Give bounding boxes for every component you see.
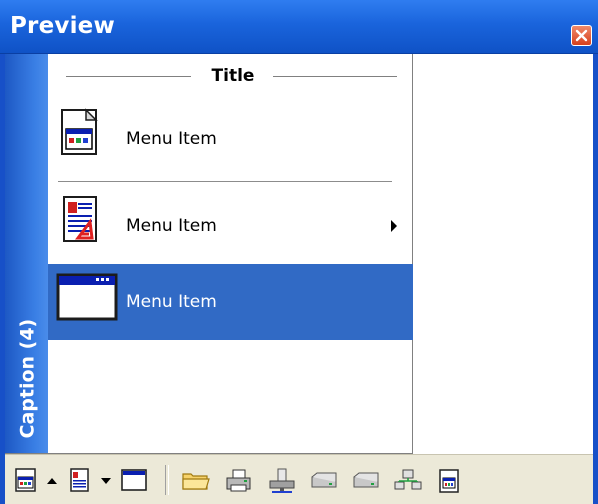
close-icon [575, 29, 588, 42]
toolbar-drive-button[interactable] [305, 455, 343, 503]
menu-title: Title [48, 66, 413, 88]
toolbar-dropdown-up[interactable] [45, 455, 59, 503]
window-icon [121, 469, 147, 491]
window-title: Preview [10, 13, 115, 39]
application-icon [56, 107, 102, 161]
toolbar-properties-button[interactable] [431, 455, 469, 503]
drive-icon [353, 472, 379, 488]
menu-title-text: Title [211, 66, 255, 86]
caption-text: Caption (4) [16, 318, 39, 439]
application-icon [15, 468, 36, 492]
toolbar-network-drive-button[interactable] [263, 455, 301, 503]
title-divider-left [66, 76, 191, 77]
toolbar-application-button[interactable] [9, 455, 45, 503]
toolbar-folder-button[interactable] [177, 455, 215, 503]
toolbar-window-button[interactable] [117, 455, 153, 503]
folder-icon [182, 473, 210, 490]
submenu-arrow-icon [391, 220, 397, 232]
window-frame-right [593, 54, 598, 504]
toolbar [5, 454, 593, 504]
menu-item-label: Menu Item [126, 129, 217, 149]
network-drive-icon [269, 468, 295, 493]
menu-item-document[interactable]: Menu Item [48, 189, 413, 265]
document-icon [56, 194, 102, 248]
caret-down-icon [101, 478, 111, 484]
document-icon [70, 468, 89, 492]
menu-item-window[interactable]: Menu Item [48, 264, 413, 340]
network-icon [394, 469, 422, 490]
drive-icon [311, 472, 337, 488]
toolbar-network-button[interactable] [389, 455, 427, 503]
toolbar-document-button[interactable] [63, 455, 99, 503]
toolbar-separator [165, 465, 169, 495]
menu-item-label: Menu Item [126, 292, 217, 312]
close-button[interactable] [571, 25, 592, 46]
properties-icon [439, 469, 459, 493]
menu-item-application[interactable]: Menu Item [48, 100, 413, 176]
title-divider-right [273, 76, 397, 77]
window-icon [56, 271, 120, 331]
menu-item-label: Menu Item [126, 216, 217, 236]
caption-strip: Caption (4) [5, 54, 48, 453]
toolbar-dropdown-down[interactable] [99, 455, 113, 503]
toolbar-drive-button[interactable] [347, 455, 385, 503]
menu-separator [58, 181, 392, 182]
caret-up-icon [47, 478, 57, 484]
title-bar[interactable]: Preview [0, 0, 598, 54]
toolbar-printer-button[interactable] [220, 455, 258, 503]
printer-icon [226, 469, 251, 492]
